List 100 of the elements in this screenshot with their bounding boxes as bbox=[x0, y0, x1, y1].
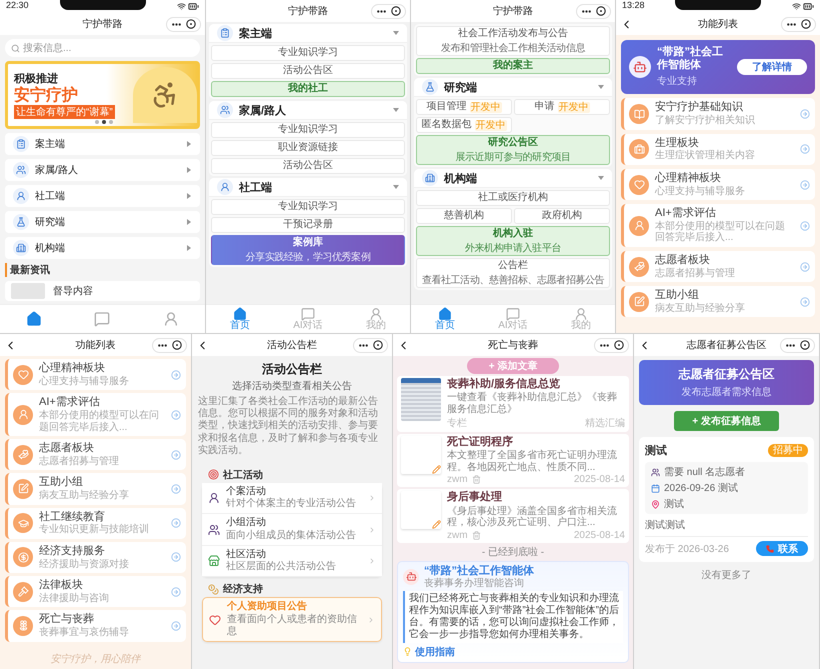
profile-icon bbox=[162, 311, 179, 327]
section-header[interactable]: 家属/路人 bbox=[209, 101, 407, 120]
article-summary: 一键查看《丧葬补助信息汇总》《丧葬服务信息汇总》 bbox=[447, 392, 618, 416]
menu-item[interactable]: 专业知识学习 bbox=[211, 199, 405, 215]
section-header[interactable]: 机构端 bbox=[414, 169, 612, 188]
people-icon bbox=[13, 162, 29, 178]
chat-icon bbox=[301, 307, 315, 321]
article-title: 身后事处理 bbox=[447, 491, 503, 505]
page-title: 功能列表 bbox=[697, 18, 739, 31]
edit-icon bbox=[13, 478, 33, 499]
details-button[interactable]: 了解详情 bbox=[737, 59, 807, 76]
phone-icon bbox=[766, 544, 774, 552]
home-icon bbox=[438, 307, 452, 321]
role-entry[interactable]: 社工端 bbox=[5, 185, 200, 207]
module-card[interactable]: AI+需求评估 本部分使用的模型可以在问题回答完毕后接入... bbox=[5, 393, 186, 436]
news-card[interactable]: 督导内容 bbox=[5, 281, 200, 301]
menu-item[interactable]: 活动公告区 bbox=[211, 63, 405, 79]
banner-slogan: 让生命有尊严的“谢幕” bbox=[14, 105, 115, 120]
menu-item[interactable]: 申请 开发中 bbox=[514, 99, 610, 115]
module-card[interactable]: 安宁疗护基础知识 了解安宁疗护相关知识 bbox=[621, 98, 815, 130]
calendar-icon bbox=[651, 484, 660, 492]
menu-item[interactable]: 干预记录册 bbox=[211, 217, 405, 233]
module-card[interactable]: 互助小组 病友互助与经验分享 bbox=[5, 473, 186, 504]
menu-item[interactable]: 我的案主 bbox=[416, 58, 610, 74]
module-card[interactable]: 法律板块 法律援助与咨询 bbox=[5, 576, 186, 608]
page-title: 宁护带路 bbox=[492, 4, 534, 18]
menu-item[interactable]: 研究公告区 展示近期可参与的研究项目 bbox=[416, 135, 610, 165]
book-icon bbox=[629, 104, 649, 124]
person-icon bbox=[208, 492, 220, 504]
activity-entry[interactable]: 小组活动 面向小组成员的集体活动公告 bbox=[202, 514, 382, 546]
tab[interactable]: 首页 bbox=[206, 305, 274, 333]
target-icon bbox=[208, 469, 219, 480]
status-badge: 开发中 bbox=[474, 120, 506, 130]
carousel-dot[interactable] bbox=[102, 120, 106, 124]
menu-item[interactable]: 专业知识学习 bbox=[211, 122, 405, 138]
role-entry[interactable]: 家属/路人 bbox=[5, 159, 200, 181]
menu-item[interactable]: 政府机构 bbox=[514, 208, 610, 224]
board-subheading: 选择活动类型查看相关公告 bbox=[231, 380, 353, 393]
clipboard-icon bbox=[217, 25, 233, 41]
module-card[interactable]: 互助小组 病友互助与经验分享 bbox=[621, 286, 815, 318]
menu-item[interactable]: 我的社工 bbox=[211, 81, 405, 97]
close-icon[interactable] bbox=[800, 340, 810, 350]
end-of-list-note: - 已经到底啦 - bbox=[480, 546, 546, 559]
menu-item[interactable]: 匿名数据包 开发中 bbox=[416, 117, 512, 133]
activity-entry[interactable]: 个案活动 针对个体案主的专业活动公告 bbox=[202, 482, 382, 514]
banner-subtitle: 发布志愿者需求信息 bbox=[682, 386, 772, 399]
article-author: zwm bbox=[447, 474, 468, 486]
people-icon bbox=[217, 102, 233, 118]
tab[interactable]: 首页 bbox=[411, 305, 479, 333]
search-field[interactable]: 搜索信息... bbox=[5, 39, 200, 57]
role-entry[interactable]: 案主端 bbox=[5, 133, 200, 155]
menu-item[interactable]: 社工或医疗机构 bbox=[416, 190, 610, 206]
module-card[interactable]: 心理精神板块 心理支持与辅导服务 bbox=[5, 359, 186, 390]
section-header[interactable]: 案主端 bbox=[209, 24, 407, 43]
module-card[interactable]: 生理板块 生理症状管理相关内容 bbox=[621, 134, 815, 165]
module-card[interactable]: AI+需求评估 本部分使用的模型可以在问题回答完毕后接入... bbox=[621, 204, 815, 247]
menu-item[interactable]: 社会工作活动发布与公告 发布和管理社会工作相关活动信息 bbox=[416, 26, 610, 56]
article-card[interactable]: 丧葬补助/服务信息总览 一键查看《丧葬补助信息汇总》《丧葬服务信息汇总》 专栏 精选汇编 bbox=[397, 376, 629, 432]
group-heading: 社工活动 bbox=[223, 468, 263, 482]
close-icon[interactable] bbox=[614, 340, 624, 350]
article-card[interactable]: 身后事处理 《身后事处理》涵盖全国多省市相关流程，核心涉及死亡证明、户口注... zwm 2025-08-14 bbox=[397, 489, 629, 543]
menu-item[interactable]: 职业资源链接 bbox=[211, 140, 405, 156]
feature-card[interactable]: 案例库 分享实践经验，学习优秀案例 bbox=[211, 235, 405, 265]
post-body: 测试测试 bbox=[645, 518, 808, 537]
close-icon[interactable] bbox=[373, 340, 383, 350]
menu-item[interactable]: 慈善机构 bbox=[416, 208, 512, 224]
section-header[interactable]: 研究端 bbox=[414, 78, 612, 97]
menu-item[interactable]: 项目管理 开发中 bbox=[416, 99, 512, 115]
close-icon[interactable] bbox=[801, 19, 811, 29]
role-entry[interactable]: 机构端 bbox=[5, 237, 200, 259]
module-card[interactable]: 志愿者板块 志愿者招募与管理 bbox=[5, 439, 186, 470]
close-icon[interactable] bbox=[596, 6, 606, 16]
page-title: 宁护带路 bbox=[287, 4, 329, 18]
module-card[interactable]: 心理精神板块 心理支持与辅导服务 bbox=[621, 168, 815, 200]
module-card[interactable]: 志愿者板块 志愿者招募与管理 bbox=[621, 250, 815, 282]
person-icon bbox=[13, 404, 33, 425]
chevron-icon bbox=[368, 557, 376, 566]
close-icon[interactable] bbox=[391, 6, 401, 16]
status-badge: 招募中 bbox=[768, 444, 808, 457]
carousel-dot[interactable] bbox=[108, 120, 113, 124]
carousel-dot[interactable] bbox=[94, 120, 99, 124]
article-author: zwm bbox=[447, 530, 468, 541]
module-card[interactable]: 经济支持服务 经济援助与资源对接 bbox=[5, 542, 186, 573]
role-entry[interactable]: 研究端 bbox=[5, 211, 200, 233]
module-card[interactable]: 死亡与丧葬 丧葬事宜与哀伤辅导 bbox=[5, 610, 186, 642]
menu-item[interactable]: 机构入驻 外来机构申请入驻平台 bbox=[416, 226, 610, 256]
assistant-description: 我们已经将死亡与丧葬相关的专业知识和办理流程作为知识库嵌入到“带路”社会工作智能体”的后台。有需要的话，您可以询问虚拟社会工作师，它会一步一步指导您如何办理相关事务。 bbox=[403, 590, 623, 643]
module-card[interactable]: 社工继续教育 专业知识更新与技能培训 bbox=[5, 508, 186, 539]
close-icon[interactable] bbox=[186, 19, 196, 29]
assistant-subtitle: 丧葬事务办理智能咨询 bbox=[424, 578, 525, 589]
section-header[interactable]: 社工端 bbox=[209, 178, 407, 197]
menu-item[interactable]: 公告栏 查看社工活动、慈善招标、志愿者招募公告 bbox=[416, 258, 610, 288]
article-card[interactable]: 死亡证明程序 本文整理了全国多省市死亡证明办理流程。各地因死亡地点、性质不同... zwm 2025-08-14 bbox=[397, 434, 629, 488]
close-icon[interactable] bbox=[172, 340, 182, 350]
page-title: 志愿者征募公告区 bbox=[686, 338, 768, 352]
activity-entry[interactable]: 社区活动 社区层面的公共活动公告 bbox=[202, 546, 382, 578]
event-date: 2026-09-26 测试 bbox=[664, 482, 738, 495]
menu-item[interactable]: 活动公告区 bbox=[211, 158, 405, 174]
profile-icon bbox=[574, 307, 588, 321]
menu-item[interactable]: 专业知识学习 bbox=[211, 45, 405, 61]
